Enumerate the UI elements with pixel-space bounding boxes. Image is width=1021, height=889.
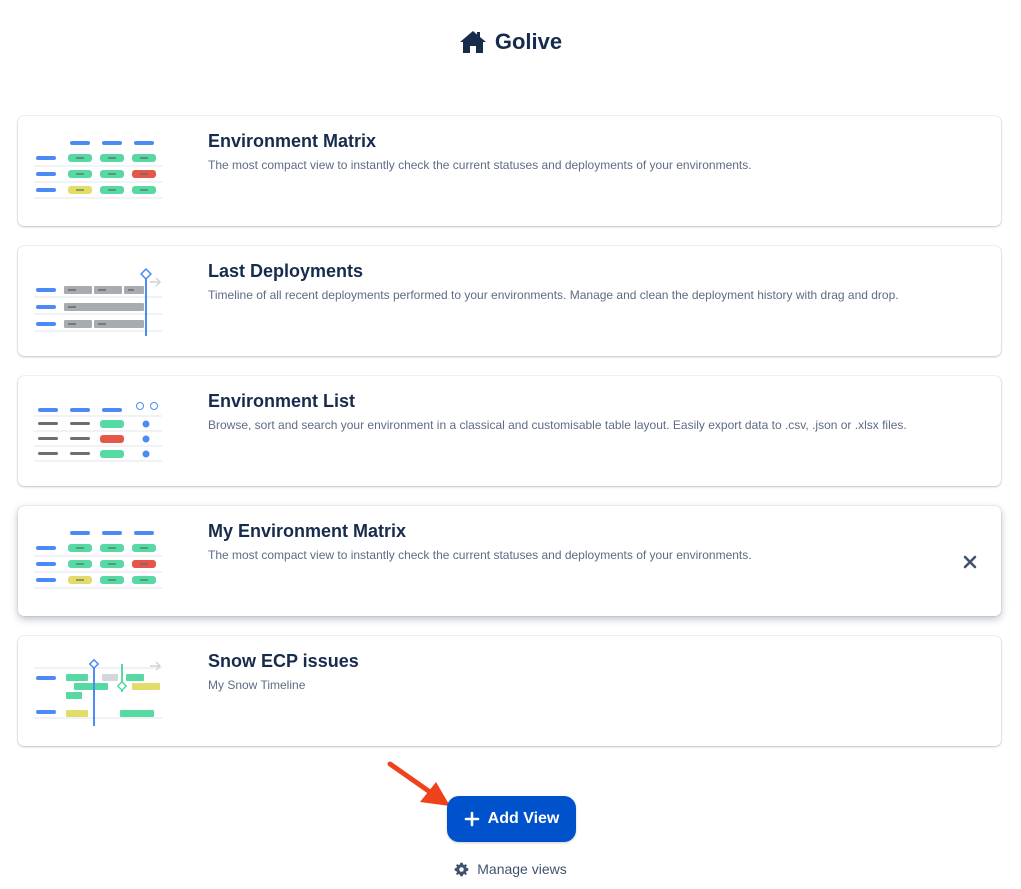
add-view-button[interactable]: Add View — [447, 796, 576, 842]
remove-view-button[interactable] — [961, 553, 979, 571]
list-thumbnail-icon — [34, 402, 162, 462]
view-description: Timeline of all recent deployments perfo… — [208, 288, 899, 302]
view-title: Snow ECP issues — [208, 651, 359, 671]
matrix-thumbnail-icon — [34, 531, 162, 589]
close-icon — [963, 555, 977, 569]
view-card-my-environment-matrix[interactable]: My Environment Matrix The most compact v… — [18, 506, 1001, 616]
page-header: Golive — [0, 26, 1021, 58]
gear-icon — [455, 862, 469, 876]
manage-views-link[interactable]: Manage views — [0, 858, 1021, 880]
view-description: The most compact view to instantly check… — [208, 548, 752, 562]
home-icon — [459, 31, 486, 53]
plus-icon — [464, 811, 479, 827]
view-card-last-deployments[interactable]: Last Deployments Timeline of all recent … — [18, 246, 1001, 356]
manage-views-label: Manage views — [477, 861, 567, 877]
view-title: Environment Matrix — [208, 131, 377, 151]
view-description: My Snow Timeline — [208, 678, 306, 692]
view-card-snow-ecp-issues[interactable]: Snow ECP issues My Snow Timeline — [18, 636, 1001, 746]
add-view-label: Add View — [487, 810, 560, 827]
view-title: Last Deployments — [208, 261, 364, 281]
snow-timeline-thumbnail-icon — [34, 658, 162, 726]
view-description: Browse, sort and search your environment… — [208, 418, 907, 432]
view-card-environment-matrix[interactable]: Environment Matrix The most compact view… — [18, 116, 1001, 226]
view-card-environment-list[interactable]: Environment List Browse, sort and search… — [18, 376, 1001, 486]
matrix-thumbnail-icon — [34, 141, 162, 199]
view-description: The most compact view to instantly check… — [208, 158, 752, 172]
page-title: Golive — [494, 29, 563, 54]
view-title: My Environment Matrix — [208, 521, 407, 541]
timeline-thumbnail-icon — [34, 267, 162, 336]
view-title: Environment List — [208, 391, 356, 411]
